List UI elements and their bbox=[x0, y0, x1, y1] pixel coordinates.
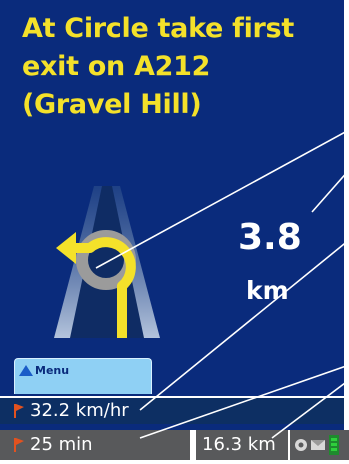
speed-row: 32.2 km/hr bbox=[0, 394, 344, 424]
menu-button[interactable]: Menu bbox=[14, 358, 152, 394]
navigation-screen: At Circle take first exit on A212 (Grave… bbox=[0, 0, 349, 464]
distance-to-turn-unit: km bbox=[246, 276, 289, 305]
distance-remaining-box: 16.3 km bbox=[196, 430, 288, 460]
flag-icon bbox=[14, 438, 24, 452]
distance-to-turn-value: 3.8 bbox=[238, 217, 302, 258]
time-remaining: 25 min bbox=[30, 434, 93, 455]
gps-icon bbox=[295, 439, 307, 451]
distance-remaining: 16.3 km bbox=[202, 434, 276, 455]
device-status-icons bbox=[290, 430, 349, 460]
time-remaining-box: 25 min bbox=[0, 430, 190, 460]
current-speed: 32.2 km/hr bbox=[30, 400, 129, 421]
flag-icon bbox=[14, 404, 24, 418]
triangle-up-icon bbox=[19, 365, 33, 376]
message-icon bbox=[311, 440, 325, 450]
status-bar: 25 min 16.3 km bbox=[0, 430, 349, 464]
roundabout-left-arrow-icon bbox=[54, 186, 160, 338]
battery-icon bbox=[329, 435, 339, 455]
turn-instruction: At Circle take first exit on A212 (Grave… bbox=[22, 13, 294, 120]
guidance-panel: At Circle take first exit on A212 (Grave… bbox=[0, 0, 344, 430]
menu-button-label: Menu bbox=[35, 364, 70, 377]
